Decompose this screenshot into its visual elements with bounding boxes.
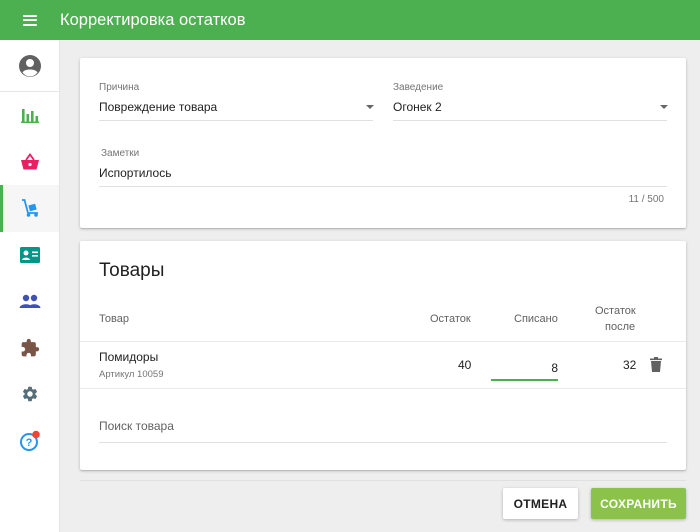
notification-badge: [31, 430, 40, 439]
reason-underline: [99, 120, 373, 121]
shopping-basket-icon: [20, 152, 39, 170]
help-icon: ?: [19, 430, 40, 451]
menu-button[interactable]: [0, 0, 60, 40]
product-sku: Артикул 10059: [99, 369, 164, 380]
written-off-value: 8: [551, 361, 558, 375]
venue-label: Заведение: [393, 82, 444, 93]
sidebar-item-warehouse[interactable]: [0, 185, 59, 232]
notes-underline: [99, 186, 667, 187]
products-card: Товары Товар Остаток Списано Остаток пос…: [80, 241, 686, 470]
trash-icon: [650, 357, 662, 372]
notes-char-counter: 11 / 500: [628, 194, 664, 205]
hand-truck-icon: [21, 199, 38, 218]
chevron-down-icon: [366, 105, 374, 109]
sidebar-item-analytics[interactable]: [0, 92, 59, 139]
page-title: Корректировка остатков: [60, 10, 246, 29]
sidebar-avatar[interactable]: [0, 40, 59, 92]
venue-select[interactable]: Огонек 2: [393, 94, 668, 122]
column-header-written-off: Списано: [514, 313, 558, 325]
sidebar-item-staff[interactable]: [0, 278, 59, 325]
row-divider: [80, 388, 686, 389]
people-icon: [19, 295, 40, 309]
cancel-button[interactable]: ОТМЕНА: [503, 488, 578, 519]
notes-label: Заметки: [101, 148, 140, 159]
sidebar-item-clients[interactable]: [0, 232, 59, 279]
app-header: Корректировка остатков: [0, 0, 700, 40]
actions-divider: [80, 480, 686, 481]
product-stock: 40: [458, 358, 472, 372]
table-row: Помидоры Артикул 10059 40 8 32: [80, 342, 686, 388]
reason-select[interactable]: Повреждение товара: [99, 94, 374, 122]
reason-label: Причина: [99, 82, 140, 93]
sidebar-item-settings[interactable]: [0, 371, 59, 418]
svg-text:?: ?: [25, 437, 32, 449]
account-circle-icon: [18, 54, 41, 77]
sidebar-item-help[interactable]: ?: [0, 418, 59, 465]
gear-icon: [22, 387, 37, 402]
column-header-product: Товар: [99, 313, 129, 325]
sidebar-nav: ?: [0, 40, 60, 532]
save-button[interactable]: СОХРАНИТЬ: [591, 488, 686, 519]
chevron-down-icon: [660, 105, 668, 109]
product-name: Помидоры: [99, 350, 159, 364]
column-header-after-line2: после: [605, 321, 636, 333]
product-search-input[interactable]: Поиск товара: [99, 411, 667, 443]
bar-chart-icon: [20, 109, 39, 124]
column-header-after-line1: Остаток: [595, 305, 636, 317]
adjustment-form-card: Причина Повреждение товара Заведение Ого…: [80, 58, 686, 228]
sidebar-item-sales[interactable]: [0, 139, 59, 186]
venue-underline: [393, 120, 667, 121]
contact-card-icon: [19, 246, 40, 263]
product-after: 32: [623, 358, 637, 372]
notes-value: Испортилось: [99, 166, 172, 180]
venue-value: Огонек 2: [393, 100, 442, 114]
column-header-stock: Остаток: [430, 313, 471, 325]
products-title: Товары: [99, 260, 165, 281]
puzzle-icon: [21, 338, 39, 357]
hamburger-icon: [23, 14, 37, 26]
written-off-input[interactable]: 8: [491, 352, 558, 381]
delete-row-button[interactable]: [648, 356, 664, 374]
reason-value: Повреждение товара: [99, 100, 218, 114]
written-off-focus-underline: [491, 379, 558, 381]
product-search-placeholder: Поиск товара: [99, 419, 174, 433]
search-underline: [99, 442, 667, 443]
sidebar-item-integrations[interactable]: [0, 325, 59, 372]
notes-textarea[interactable]: Испортилось: [99, 160, 667, 188]
